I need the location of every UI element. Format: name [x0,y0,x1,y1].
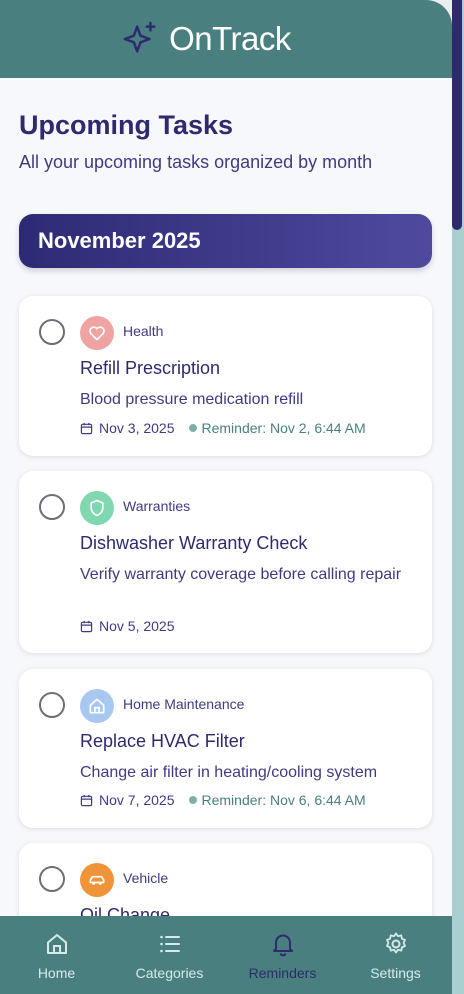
category-label: Health [123,323,164,339]
nav-home-label: Home [37,965,76,981]
month-header: November 2025 [19,214,432,268]
task-meta: Nov 3, 2025 Reminder: Nov 2, 6:44 AM [80,420,366,436]
task-description: Blood pressure medication refill [80,391,304,408]
heart-icon [80,316,114,350]
task-description: Change air filter in heating/cooling sys… [80,764,378,781]
complete-checkbox[interactable] [39,692,65,718]
nav-reminders[interactable]: Reminders [226,916,339,994]
calendar-icon [80,794,93,806]
task-card[interactable]: Home Maintenance Replace HVAC Filter Cha… [19,669,432,828]
gear-icon [385,932,406,954]
task-description: Verify warranty coverage before calling … [80,566,402,583]
car-icon [80,863,114,897]
shield-icon [80,491,114,525]
reminder-time: Reminder: Nov 6, 6:44 AM [201,792,366,808]
task-card[interactable]: Warranties Dishwasher Warranty Check Ver… [19,471,432,653]
reminder-dot [188,796,197,804]
scrollbar-thumb[interactable] [452,0,462,230]
due-date: Nov 3, 2025 [99,420,175,436]
page-title: Upcoming Tasks [19,110,234,140]
reminder-dot [188,424,197,432]
task-meta: Nov 5, 2025 [80,618,175,634]
task-title: Dishwasher Warranty Check [80,533,308,553]
house-icon [80,689,114,723]
complete-checkbox[interactable] [39,319,65,345]
task-title: Replace HVAC Filter [80,731,245,751]
category-label: Warranties [123,498,191,514]
main-content[interactable]: Upcoming Tasks All your upcoming tasks o… [0,78,452,916]
scrollbar-track[interactable] [452,0,464,994]
complete-checkbox[interactable] [39,866,65,892]
bottom-nav: Home Categories Reminders Settings [0,916,452,994]
app-header: OnTrack [0,0,452,78]
list-icon [159,935,180,953]
nav-settings[interactable]: Settings [339,916,452,994]
nav-reminders-label: Reminders [248,965,317,981]
task-card[interactable]: Health Refill Prescription Blood pressur… [19,296,432,456]
app-screen: OnTrack Upcoming Tasks All your upcoming… [0,0,452,994]
due-date: Nov 7, 2025 [99,792,175,808]
task-title: Oil Change [80,905,171,916]
month-label: November 2025 [38,228,201,253]
category-label: Home Maintenance [123,696,245,712]
category-label: Vehicle [123,870,169,886]
due-date: Nov 5, 2025 [99,618,175,634]
reminder-time: Reminder: Nov 2, 6:44 AM [201,420,366,436]
page-subtitle: All your upcoming tasks organized by mon… [19,152,373,172]
home-icon [46,934,67,954]
nav-home[interactable]: Home [0,916,113,994]
calendar-icon [80,422,93,434]
task-meta: Nov 7, 2025 Reminder: Nov 6, 6:44 AM [80,792,366,808]
complete-checkbox[interactable] [39,494,65,520]
app-title: OnTrack [169,20,291,57]
nav-categories-label: Categories [135,965,204,981]
task-card[interactable]: Vehicle Oil Change [19,843,432,916]
bell-icon [272,934,293,957]
task-title: Refill Prescription [80,358,221,378]
nav-settings-label: Settings [370,965,421,981]
calendar-icon [80,620,93,632]
sparkle-logo-icon [123,21,156,53]
nav-categories[interactable]: Categories [113,916,226,994]
